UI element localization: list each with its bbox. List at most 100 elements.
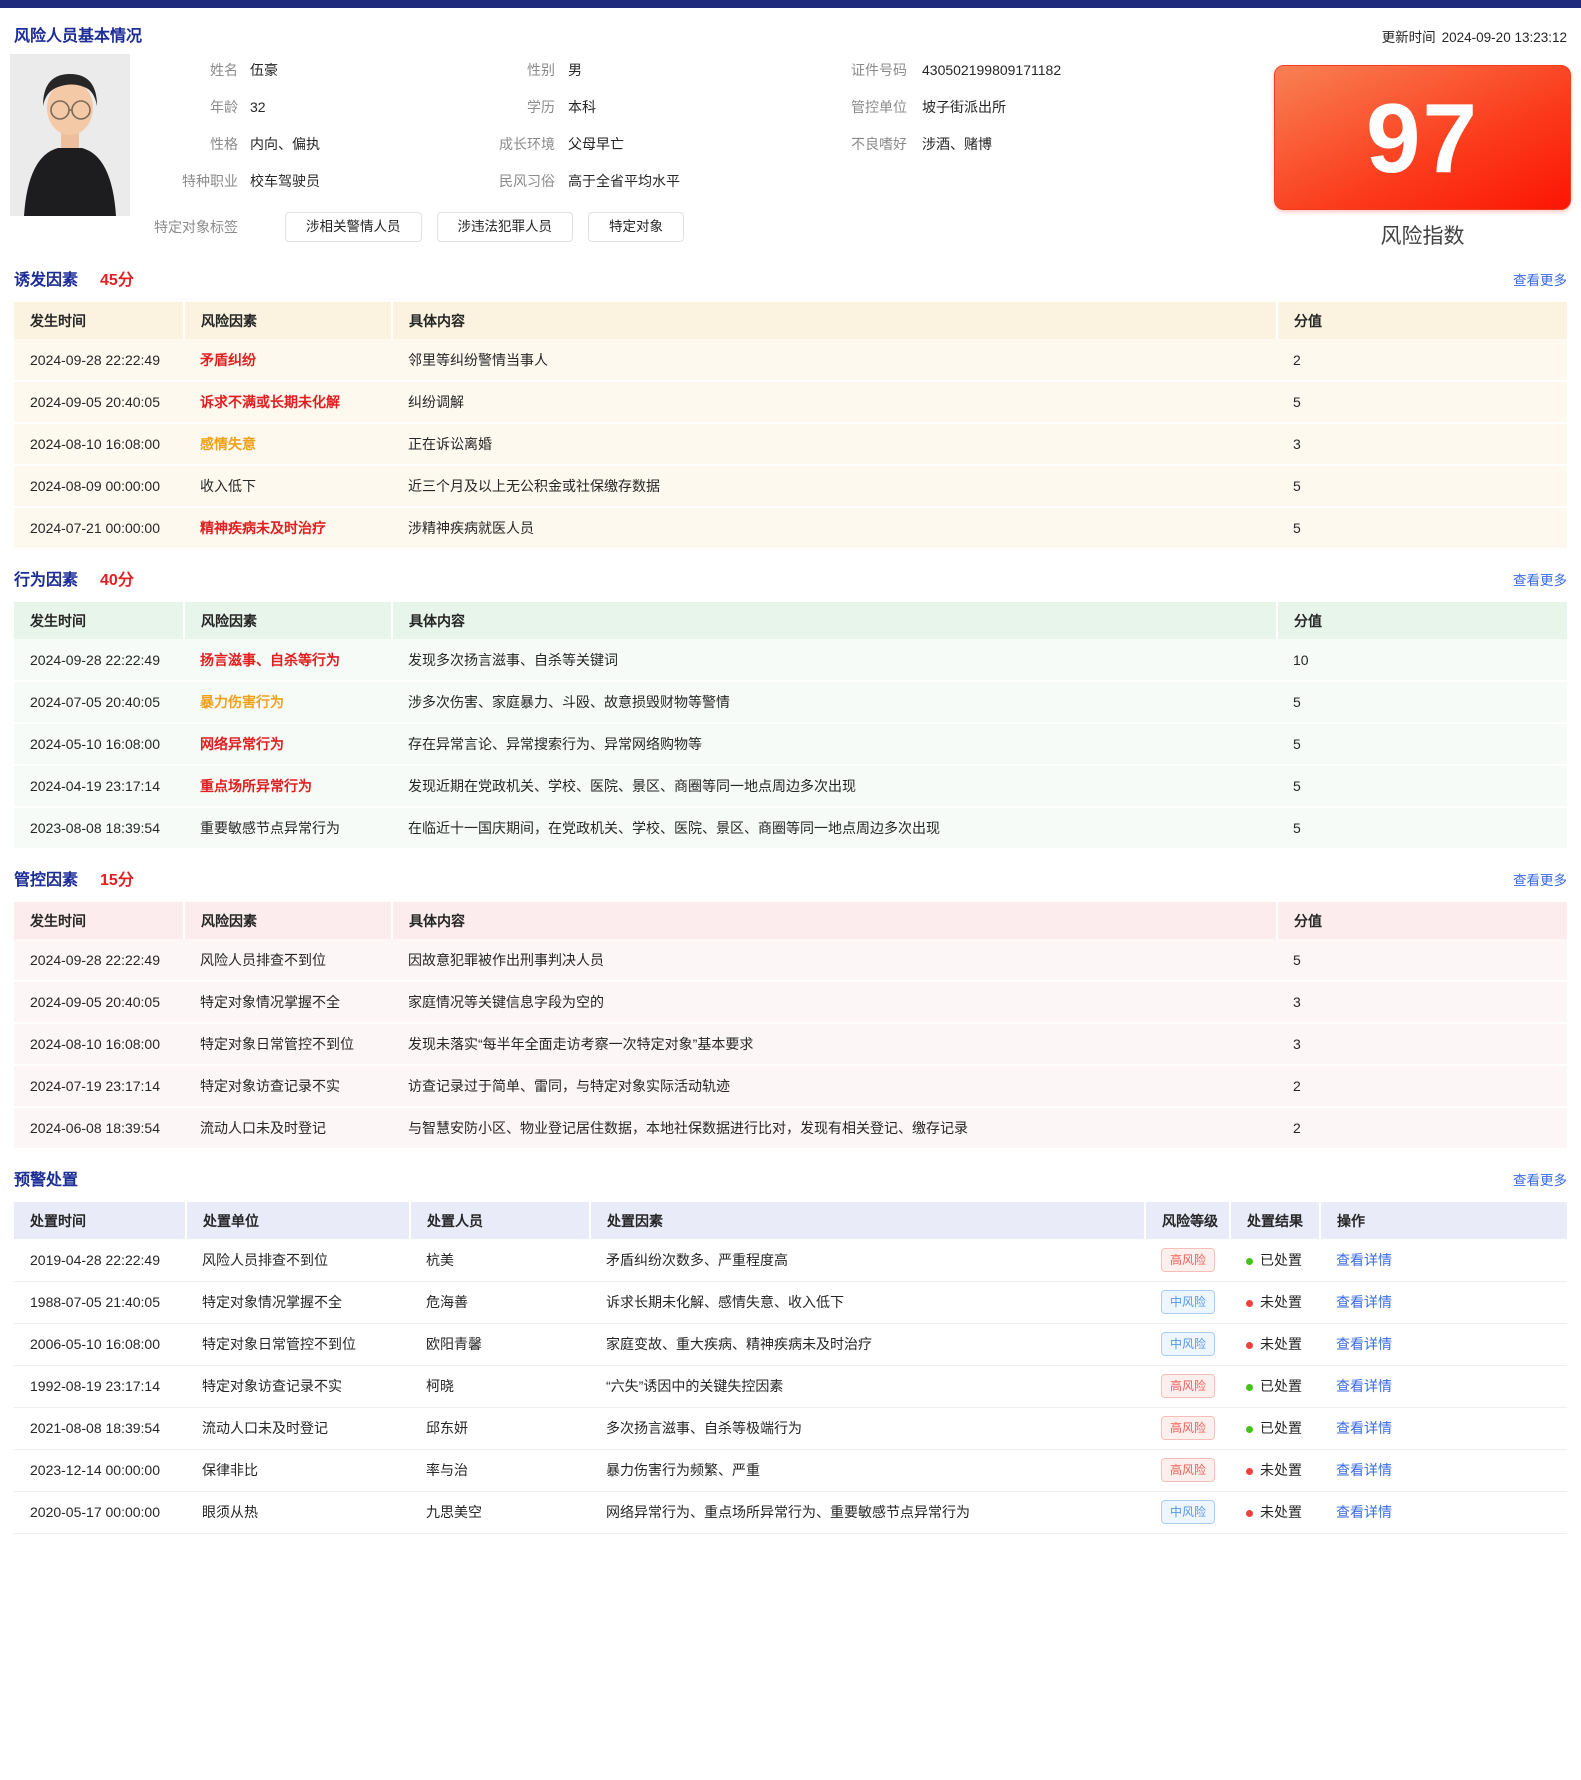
field-value: 本科: [568, 97, 596, 117]
tag-pill[interactable]: 涉违法犯罪人员: [437, 212, 574, 242]
cell-time: 2024-04-19 23:17:14: [14, 765, 184, 807]
view-more-link[interactable]: 查看更多: [1513, 869, 1567, 889]
disposal-header-row: 处置时间处置单位处置人员处置因素风险等级处置结果操作: [14, 1202, 1567, 1239]
cell-score: 5: [1277, 465, 1567, 507]
cell-result: 已处置: [1230, 1239, 1320, 1281]
factor-header-row: 发生时间风险因素具体内容分值: [14, 302, 1567, 339]
cell-risk-factor: 扬言滋事、自杀等行为: [184, 639, 392, 681]
field-value: 校车驾驶员: [250, 171, 320, 191]
cell-unit: 流动人口未及时登记: [186, 1407, 410, 1449]
cell-score: 5: [1277, 381, 1567, 423]
factor-section: 诱发因素 45分 查看更多 发生时间风险因素具体内容分值 2024-09-28 …: [0, 266, 1581, 550]
column-header: 发生时间: [14, 902, 184, 939]
factor-table: 发生时间风险因素具体内容分值 2024-09-28 22:22:49扬言滋事、自…: [14, 602, 1567, 850]
disposal-body: 2019-04-28 22:22:49风险人员排查不到位杭美矛盾纠纷次数多、严重…: [14, 1239, 1567, 1533]
cell-risk-factor: 感情失意: [184, 423, 392, 465]
cell-score: 2: [1277, 339, 1567, 381]
cell-person: 邱东妍: [410, 1407, 590, 1449]
cell-person: 柯晓: [410, 1365, 590, 1407]
tag-pill[interactable]: 涉相关警情人员: [285, 212, 422, 242]
column-header: 处置单位: [186, 1202, 410, 1239]
factor-row: 2023-08-08 18:39:54重要敏感节点异常行为在临近十一国庆期间，在…: [14, 807, 1567, 849]
cell-risk-factor: 暴力伤害行为: [184, 681, 392, 723]
column-header: 风险因素: [184, 902, 392, 939]
cell-action: 查看详情: [1320, 1281, 1567, 1323]
cell-content: 纠纷调解: [392, 381, 1277, 423]
result-status-dot: [1246, 1258, 1253, 1265]
field-value: 男: [568, 60, 582, 80]
cell-content: 涉多次伤害、家庭暴力、斗殴、故意损毁财物等警情: [392, 681, 1277, 723]
column-header: 风险因素: [184, 602, 392, 639]
cell-result: 未处置: [1230, 1449, 1320, 1491]
view-detail-link[interactable]: 查看详情: [1336, 1420, 1392, 1436]
update-time-label: 更新时间: [1382, 30, 1436, 45]
field-value: 430502199809171182: [922, 60, 1061, 80]
factor-header-row: 发生时间风险因素具体内容分值: [14, 602, 1567, 639]
cell-score: 3: [1277, 981, 1567, 1023]
risk-level-badge: 高风险: [1161, 1248, 1215, 1272]
factor-section: 管控因素 15分 查看更多 发生时间风险因素具体内容分值 2024-09-28 …: [0, 866, 1581, 1150]
column-header: 处置时间: [14, 1202, 186, 1239]
section-title: 行为因素: [14, 566, 78, 590]
cell-risk-level: 中风险: [1145, 1281, 1230, 1323]
view-more-link[interactable]: 查看更多: [1513, 1169, 1567, 1189]
field-label: 不良嗜好: [700, 134, 907, 154]
cell-result: 已处置: [1230, 1365, 1320, 1407]
view-detail-link[interactable]: 查看详情: [1336, 1252, 1392, 1268]
field-label: 成长环境: [330, 134, 555, 154]
disposal-row: 1992-08-19 23:17:14特定对象访查记录不实柯晓“六失”诱因中的关…: [14, 1365, 1567, 1407]
result-status-dot: [1246, 1300, 1253, 1307]
view-more-link[interactable]: 查看更多: [1513, 569, 1567, 589]
field-label: 特种职业: [14, 171, 238, 191]
view-detail-link[interactable]: 查看详情: [1336, 1378, 1392, 1394]
field-value: 父母早亡: [568, 134, 624, 154]
field-label: 姓名: [14, 60, 238, 80]
field-label: 性别: [330, 60, 555, 80]
view-detail-link[interactable]: 查看详情: [1336, 1294, 1392, 1310]
column-header: 处置结果: [1230, 1202, 1320, 1239]
risk-level-badge: 中风险: [1161, 1500, 1215, 1524]
factor-row: 2024-04-19 23:17:14重点场所异常行为发现近期在党政机关、学校、…: [14, 765, 1567, 807]
cell-factor: 诉求长期未化解、感情失意、收入低下: [590, 1281, 1145, 1323]
cell-unit: 特定对象访查记录不实: [186, 1365, 410, 1407]
factor-section-head: 管控因素 15分 查看更多: [0, 866, 1581, 890]
cell-time: 1988-07-05 21:40:05: [14, 1281, 186, 1323]
column-header: 发生时间: [14, 602, 184, 639]
top-navy-bar: [0, 0, 1581, 8]
cell-action: 查看详情: [1320, 1365, 1567, 1407]
factor-row: 2024-09-28 22:22:49扬言滋事、自杀等行为发现多次扬言滋事、自杀…: [14, 639, 1567, 681]
cell-content: 因故意犯罪被作出刑事判决人员: [392, 939, 1277, 981]
cell-time: 2024-09-05 20:40:05: [14, 381, 184, 423]
field-value: 伍豪: [250, 60, 278, 80]
risk-level-badge: 高风险: [1161, 1374, 1215, 1398]
cell-risk-factor: 诉求不满或长期未化解: [184, 381, 392, 423]
cell-time: 2024-08-09 00:00:00: [14, 465, 184, 507]
cell-content: 邻里等纠纷警情当事人: [392, 339, 1277, 381]
column-header: 风险因素: [184, 302, 392, 339]
cell-content: 近三个月及以上无公积金或社保缴存数据: [392, 465, 1277, 507]
view-detail-link[interactable]: 查看详情: [1336, 1504, 1392, 1520]
page-header: 风险人员基本情况 更新时间2024-09-20 13:23:12: [0, 8, 1581, 46]
factor-row: 2024-08-10 16:08:00特定对象日常管控不到位发现未落实“每半年全…: [14, 1023, 1567, 1065]
cell-time: 2024-08-10 16:08:00: [14, 1023, 184, 1065]
view-more-link[interactable]: 查看更多: [1513, 269, 1567, 289]
view-detail-link[interactable]: 查看详情: [1336, 1336, 1392, 1352]
cell-score: 10: [1277, 639, 1567, 681]
tag-pill[interactable]: 特定对象: [588, 212, 684, 242]
risk-level-badge: 中风险: [1161, 1290, 1215, 1314]
cell-result: 未处置: [1230, 1491, 1320, 1533]
cell-score: 3: [1277, 423, 1567, 465]
field-value: 内向、偏执: [250, 134, 320, 154]
cell-time: 2024-09-28 22:22:49: [14, 939, 184, 981]
view-detail-link[interactable]: 查看详情: [1336, 1462, 1392, 1478]
result-text: 已处置: [1260, 1420, 1302, 1436]
cell-unit: 风险人员排查不到位: [186, 1239, 410, 1281]
cell-factor: 矛盾纠纷次数多、严重程度高: [590, 1239, 1145, 1281]
cell-content: 与智慧安防小区、物业登记居住数据，本地社保数据进行比对，发现有相关登记、缴存记录: [392, 1107, 1277, 1149]
cell-time: 2024-07-19 23:17:14: [14, 1065, 184, 1107]
disposal-row: 2021-08-08 18:39:54流动人口未及时登记邱东妍多次扬言滋事、自杀…: [14, 1407, 1567, 1449]
factor-row: 2024-08-10 16:08:00感情失意正在诉讼离婚3: [14, 423, 1567, 465]
cell-time: 2024-05-10 16:08:00: [14, 723, 184, 765]
factor-body: 2024-09-28 22:22:49扬言滋事、自杀等行为发现多次扬言滋事、自杀…: [14, 639, 1567, 849]
column-header: 具体内容: [392, 902, 1277, 939]
